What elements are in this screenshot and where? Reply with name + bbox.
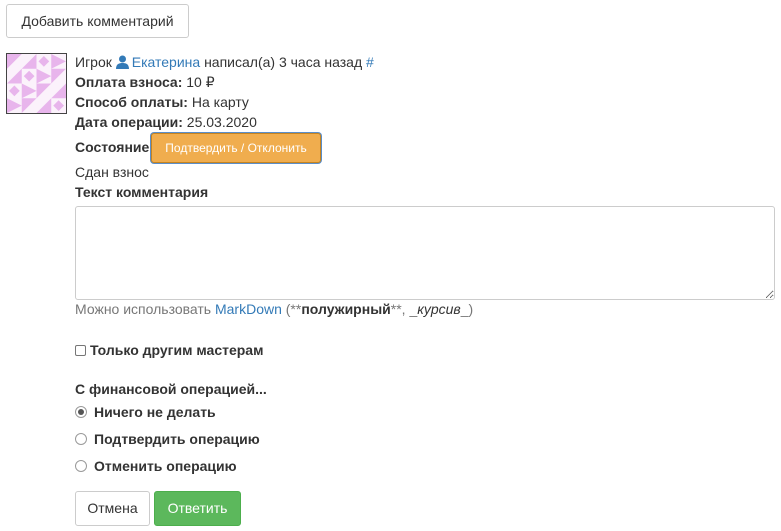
avatar-pattern-tile — [53, 100, 64, 111]
hint-italic: курсив — [417, 301, 461, 317]
comment-header: Игрок Екатерина написал(а) 3 часа назад … — [75, 52, 374, 74]
operation-date-row: Дата операции: 25.03.2020 — [75, 112, 257, 132]
avatar-pattern-tile — [23, 70, 35, 82]
only-masters-label: Только другим мастерам — [90, 342, 264, 358]
operation-date-label: Дата операции: — [75, 114, 183, 130]
comment-body: Сдан взнос — [75, 164, 149, 180]
fee-label: Оплата взноса: — [75, 74, 183, 90]
avatar-pattern-tile — [7, 68, 22, 84]
hint-close: _) — [460, 301, 474, 317]
hint-open: (** — [285, 301, 302, 317]
comment-time: написал(а) 3 часа назад — [204, 54, 363, 70]
payment-method-row: Способ оплаты: На карту — [75, 92, 249, 112]
avatar-pattern-tile — [21, 83, 37, 99]
radio-do-nothing-label: Ничего не делать — [94, 404, 216, 420]
avatar-pattern-tile — [7, 98, 22, 113]
only-masters-row[interactable]: Только другим мастерам — [75, 340, 263, 360]
finance-action-label: С финансовой операцией... — [75, 381, 267, 397]
avatar-pattern-tile — [38, 56, 50, 67]
author-prefix: Игрок — [75, 54, 112, 70]
only-masters-checkbox[interactable] — [75, 345, 86, 356]
radio-do-nothing-row[interactable]: Ничего не делать — [75, 402, 216, 422]
radio-do-nothing[interactable] — [75, 406, 87, 418]
radio-confirm-operation[interactable] — [75, 433, 87, 445]
comment-text-label: Текст комментария — [75, 184, 209, 200]
avatar — [6, 53, 67, 114]
avatar-pattern-tile — [9, 85, 20, 97]
avatar-pattern-tile — [51, 68, 66, 84]
radio-confirm-row[interactable]: Подтвердить операцию — [75, 429, 260, 449]
identicon-pattern — [7, 54, 66, 113]
fee-row: Оплата взноса: 10 ₽ — [75, 72, 215, 92]
radio-cancel-operation[interactable] — [75, 460, 87, 472]
payment-method-label: Способ оплаты: — [75, 94, 188, 110]
radio-cancel-row[interactable]: Отменить операцию — [75, 456, 237, 476]
markdown-hint: Можно использовать MarkDown (**полужирны… — [75, 299, 473, 319]
operation-date-value: 25.03.2020 — [186, 114, 257, 130]
radio-confirm-label: Подтвердить операцию — [94, 431, 260, 447]
radio-cancel-label: Отменить операцию — [94, 458, 237, 474]
reply-button[interactable]: Ответить — [154, 491, 241, 526]
comment-permalink[interactable]: # — [366, 54, 374, 70]
avatar-pattern-tile — [36, 68, 52, 84]
add-comment-button[interactable]: Добавить комментарий — [6, 4, 189, 38]
avatar-pattern-tile — [7, 54, 22, 69]
state-label: Состояние: — [75, 139, 154, 155]
cancel-button[interactable]: Отмена — [75, 491, 150, 526]
avatar-pattern-tile — [51, 54, 66, 69]
avatar-pattern-tile — [21, 54, 37, 69]
payment-method-value: На карту — [191, 94, 249, 110]
avatar-pattern-tile — [51, 83, 66, 99]
user-icon — [115, 54, 129, 74]
avatar-pattern-tile — [36, 83, 52, 99]
avatar-pattern-tile — [36, 98, 52, 113]
hint-bold: полужирный — [301, 301, 391, 317]
hint-prefix: Можно использовать — [75, 301, 212, 317]
hint-mid: **, _ — [390, 301, 418, 317]
avatar-pattern-tile — [21, 98, 37, 113]
confirm-reject-button[interactable]: Подтвердить / Отклонить — [151, 133, 321, 163]
comment-textarea[interactable] — [75, 206, 775, 300]
markdown-link[interactable]: MarkDown — [215, 301, 282, 317]
fee-value: 10 ₽ — [186, 74, 215, 90]
author-link[interactable]: Екатерина — [132, 54, 200, 70]
